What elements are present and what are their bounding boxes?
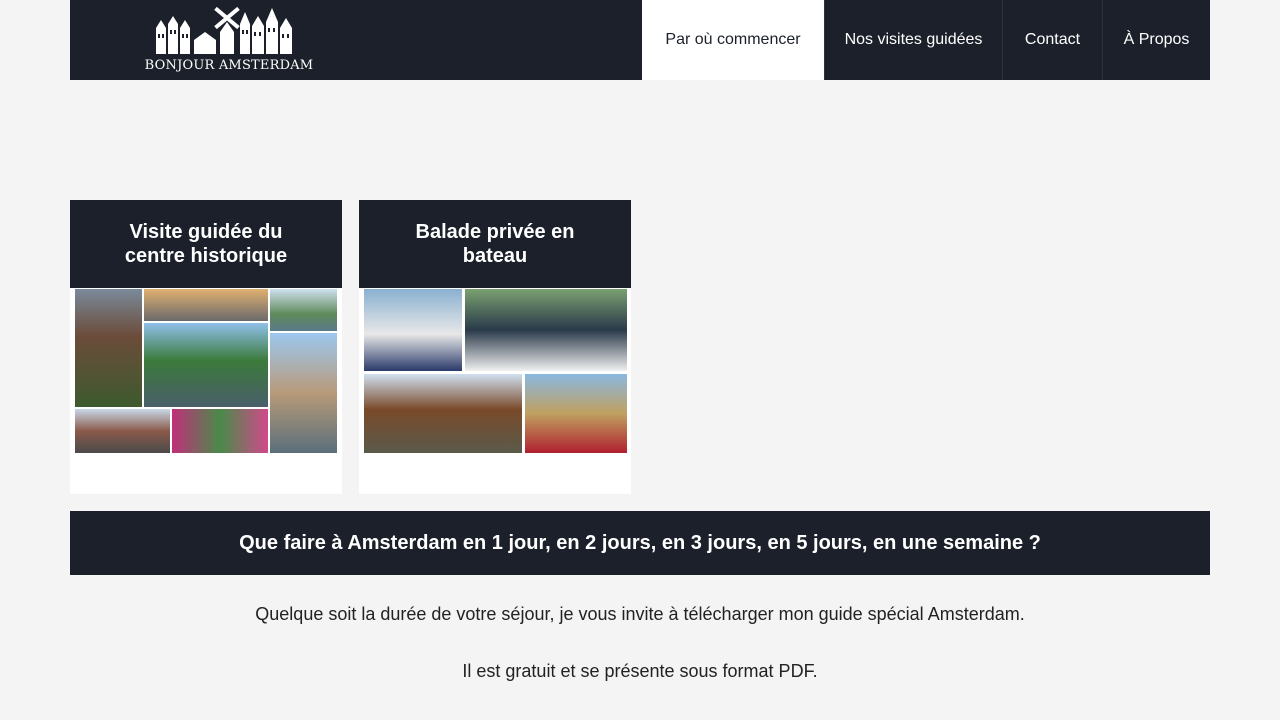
- site-logo[interactable]: BONJOUR AMSTERDAM: [144, 6, 314, 76]
- photo-collage-historic-center: [74, 289, 338, 453]
- tour-card-historic-center[interactable]: Visite guidée du centre historique: [70, 200, 342, 494]
- logo-text: BONJOUR AMSTERDAM: [144, 58, 314, 73]
- nav-item-nos-visites-guidees[interactable]: Nos visites guidées: [824, 0, 1002, 80]
- pdf-info-paragraph: Il est gratuit et se présente sous forma…: [462, 661, 818, 681]
- site-header: BONJOUR AMSTERDAM Par où commencer Nos v…: [70, 0, 1210, 80]
- main-navigation: Par où commencer Nos visites guidées Con…: [642, 0, 1210, 80]
- nav-item-a-propos[interactable]: À Propos: [1102, 0, 1210, 80]
- intro-paragraph: Quelque soit la durée de votre séjour, j…: [255, 604, 1025, 624]
- photo-collage-private-boat: [363, 289, 627, 453]
- card-title: Balade privée en bateau: [359, 200, 631, 288]
- card-title: Visite guidée du centre historique: [70, 200, 342, 288]
- tour-card-private-boat[interactable]: Balade privée en bateau: [359, 200, 631, 494]
- amsterdam-skyline-logo-icon: [156, 6, 292, 54]
- itinerary-banner: Que faire à Amsterdam en 1 jour, en 2 jo…: [70, 511, 1210, 575]
- nav-item-contact[interactable]: Contact: [1002, 0, 1102, 80]
- nav-item-par-ou-commencer[interactable]: Par où commencer: [642, 0, 824, 80]
